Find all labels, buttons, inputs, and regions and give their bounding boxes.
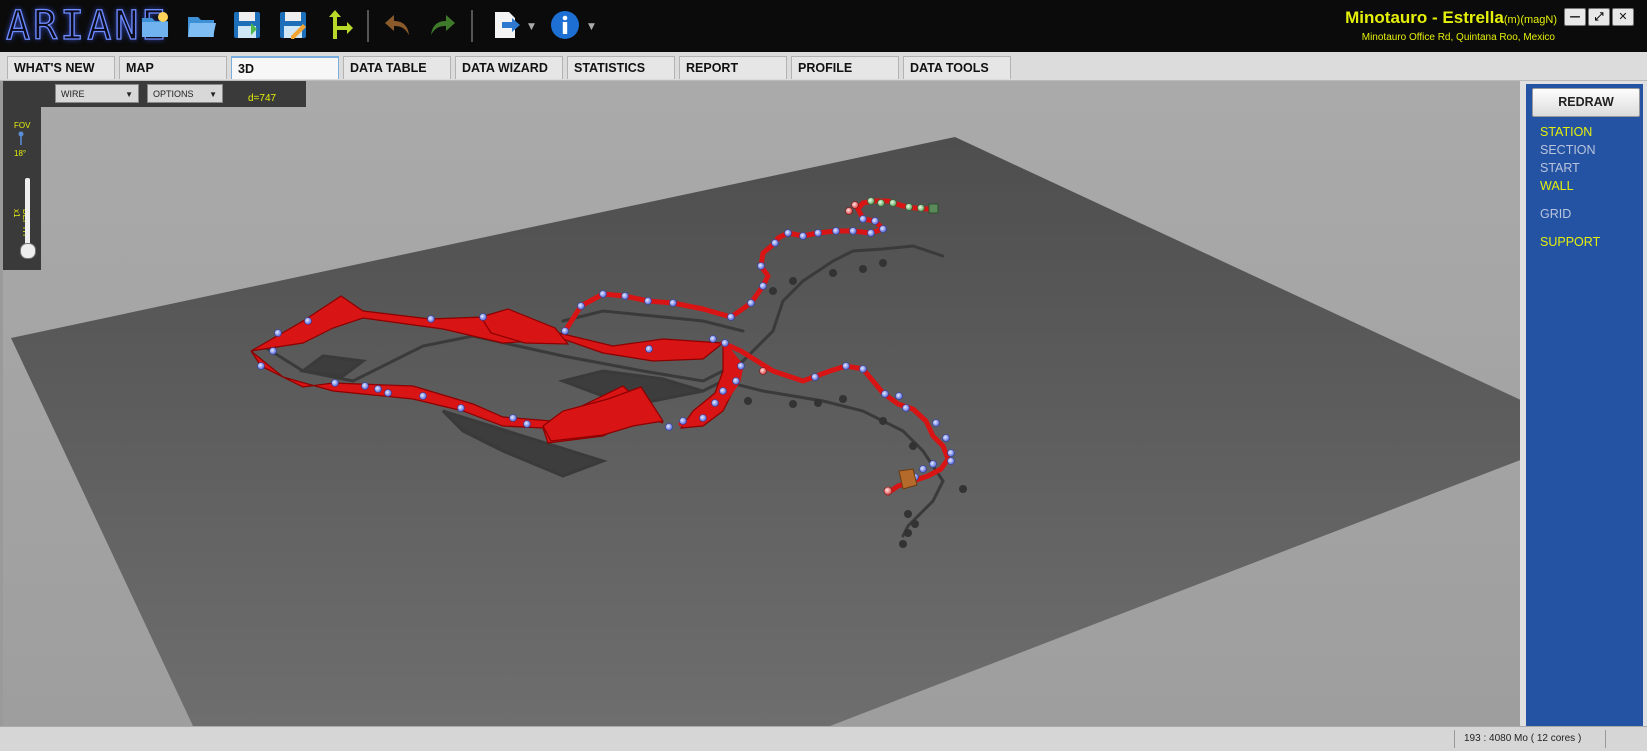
tab-map[interactable]: MAP [119, 56, 227, 79]
tab-bar: WHAT'S NEW MAP 3D DATA TABLE DATA WIZARD… [0, 52, 1647, 81]
save-icon[interactable] [229, 7, 265, 43]
tab-statistics[interactable]: STATISTICS [567, 56, 675, 79]
fov-label: FOV [14, 121, 31, 130]
title-units: (m)(magN) [1503, 14, 1557, 26]
maximize-button[interactable]: ⤢ [1588, 8, 1610, 26]
depth-slider-handle[interactable] [20, 243, 36, 259]
document-title: Minotauro - Estrella(m)(magN) [1345, 8, 1557, 28]
fov-indicator-icon [18, 131, 24, 145]
options-select[interactable]: OPTIONS ▼ [147, 84, 223, 103]
tab-3d[interactable]: 3D [231, 56, 339, 79]
option-support[interactable]: SUPPORT [1540, 235, 1600, 249]
camera-distance: d=747 [248, 93, 277, 104]
fov-value: 18° [14, 149, 27, 158]
redraw-button[interactable]: REDRAW [1532, 88, 1640, 117]
tab-data-table[interactable]: DATA TABLE [343, 56, 451, 79]
depth-slider[interactable] [25, 178, 30, 248]
new-file-icon[interactable] [137, 7, 173, 43]
render-mode-value: WIRE [61, 89, 85, 99]
tab-data-tools[interactable]: DATA TOOLS [903, 56, 1011, 79]
location-subtitle: Minotauro Office Rd, Quintana Roo, Mexic… [1361, 32, 1555, 43]
redo-icon[interactable] [424, 7, 460, 43]
tab-data-wizard[interactable]: DATA WIZARD [455, 56, 563, 79]
chevron-down-icon: ▼ [209, 90, 217, 99]
tab-whats-new[interactable]: WHAT'S NEW [7, 56, 115, 79]
option-start[interactable]: START [1540, 161, 1580, 175]
top-bar: ARIANE ▼ ▼ Minotauro - Estrella(m)(magN)… [0, 0, 1647, 52]
undo-icon[interactable] [380, 7, 416, 43]
3d-viewport[interactable] [3, 81, 1523, 726]
tab-report[interactable]: REPORT [679, 56, 787, 79]
info-icon[interactable] [547, 7, 583, 43]
render-mode-select[interactable]: WIRE ▼ [55, 84, 139, 103]
options-value: OPTIONS [153, 89, 194, 99]
memory-status: 193 : 4080 Mo ( 12 cores ) [1464, 733, 1582, 744]
option-grid[interactable]: GRID [1540, 207, 1571, 221]
minimize-button[interactable]: — [1564, 8, 1586, 26]
toolbar-separator [471, 10, 473, 42]
status-separator [1454, 730, 1455, 748]
save-as-icon[interactable] [275, 7, 311, 43]
chevron-down-icon[interactable]: ▼ [528, 22, 535, 32]
tab-profile[interactable]: PROFILE [791, 56, 899, 79]
option-section[interactable]: SECTION [1540, 143, 1596, 157]
close-button[interactable]: ✕ [1612, 8, 1634, 26]
title-text: Minotauro - Estrella [1345, 8, 1504, 27]
ground-plane [11, 137, 1523, 726]
branch-icon[interactable] [321, 7, 357, 43]
toolbar-separator [367, 10, 369, 42]
option-station[interactable]: STATION [1540, 125, 1592, 139]
camera-side-panel [3, 81, 41, 270]
chevron-down-icon: ▼ [125, 90, 133, 99]
status-bar: 193 : 4080 Mo ( 12 cores ) [0, 726, 1647, 751]
3d-scene[interactable] [3, 81, 1523, 726]
open-folder-icon[interactable] [183, 7, 219, 43]
option-wall[interactable]: WALL [1540, 179, 1574, 193]
chevron-down-icon[interactable]: ▼ [588, 22, 595, 32]
export-icon[interactable] [488, 7, 524, 43]
entrance-marker [928, 203, 939, 214]
status-separator [1605, 730, 1606, 748]
